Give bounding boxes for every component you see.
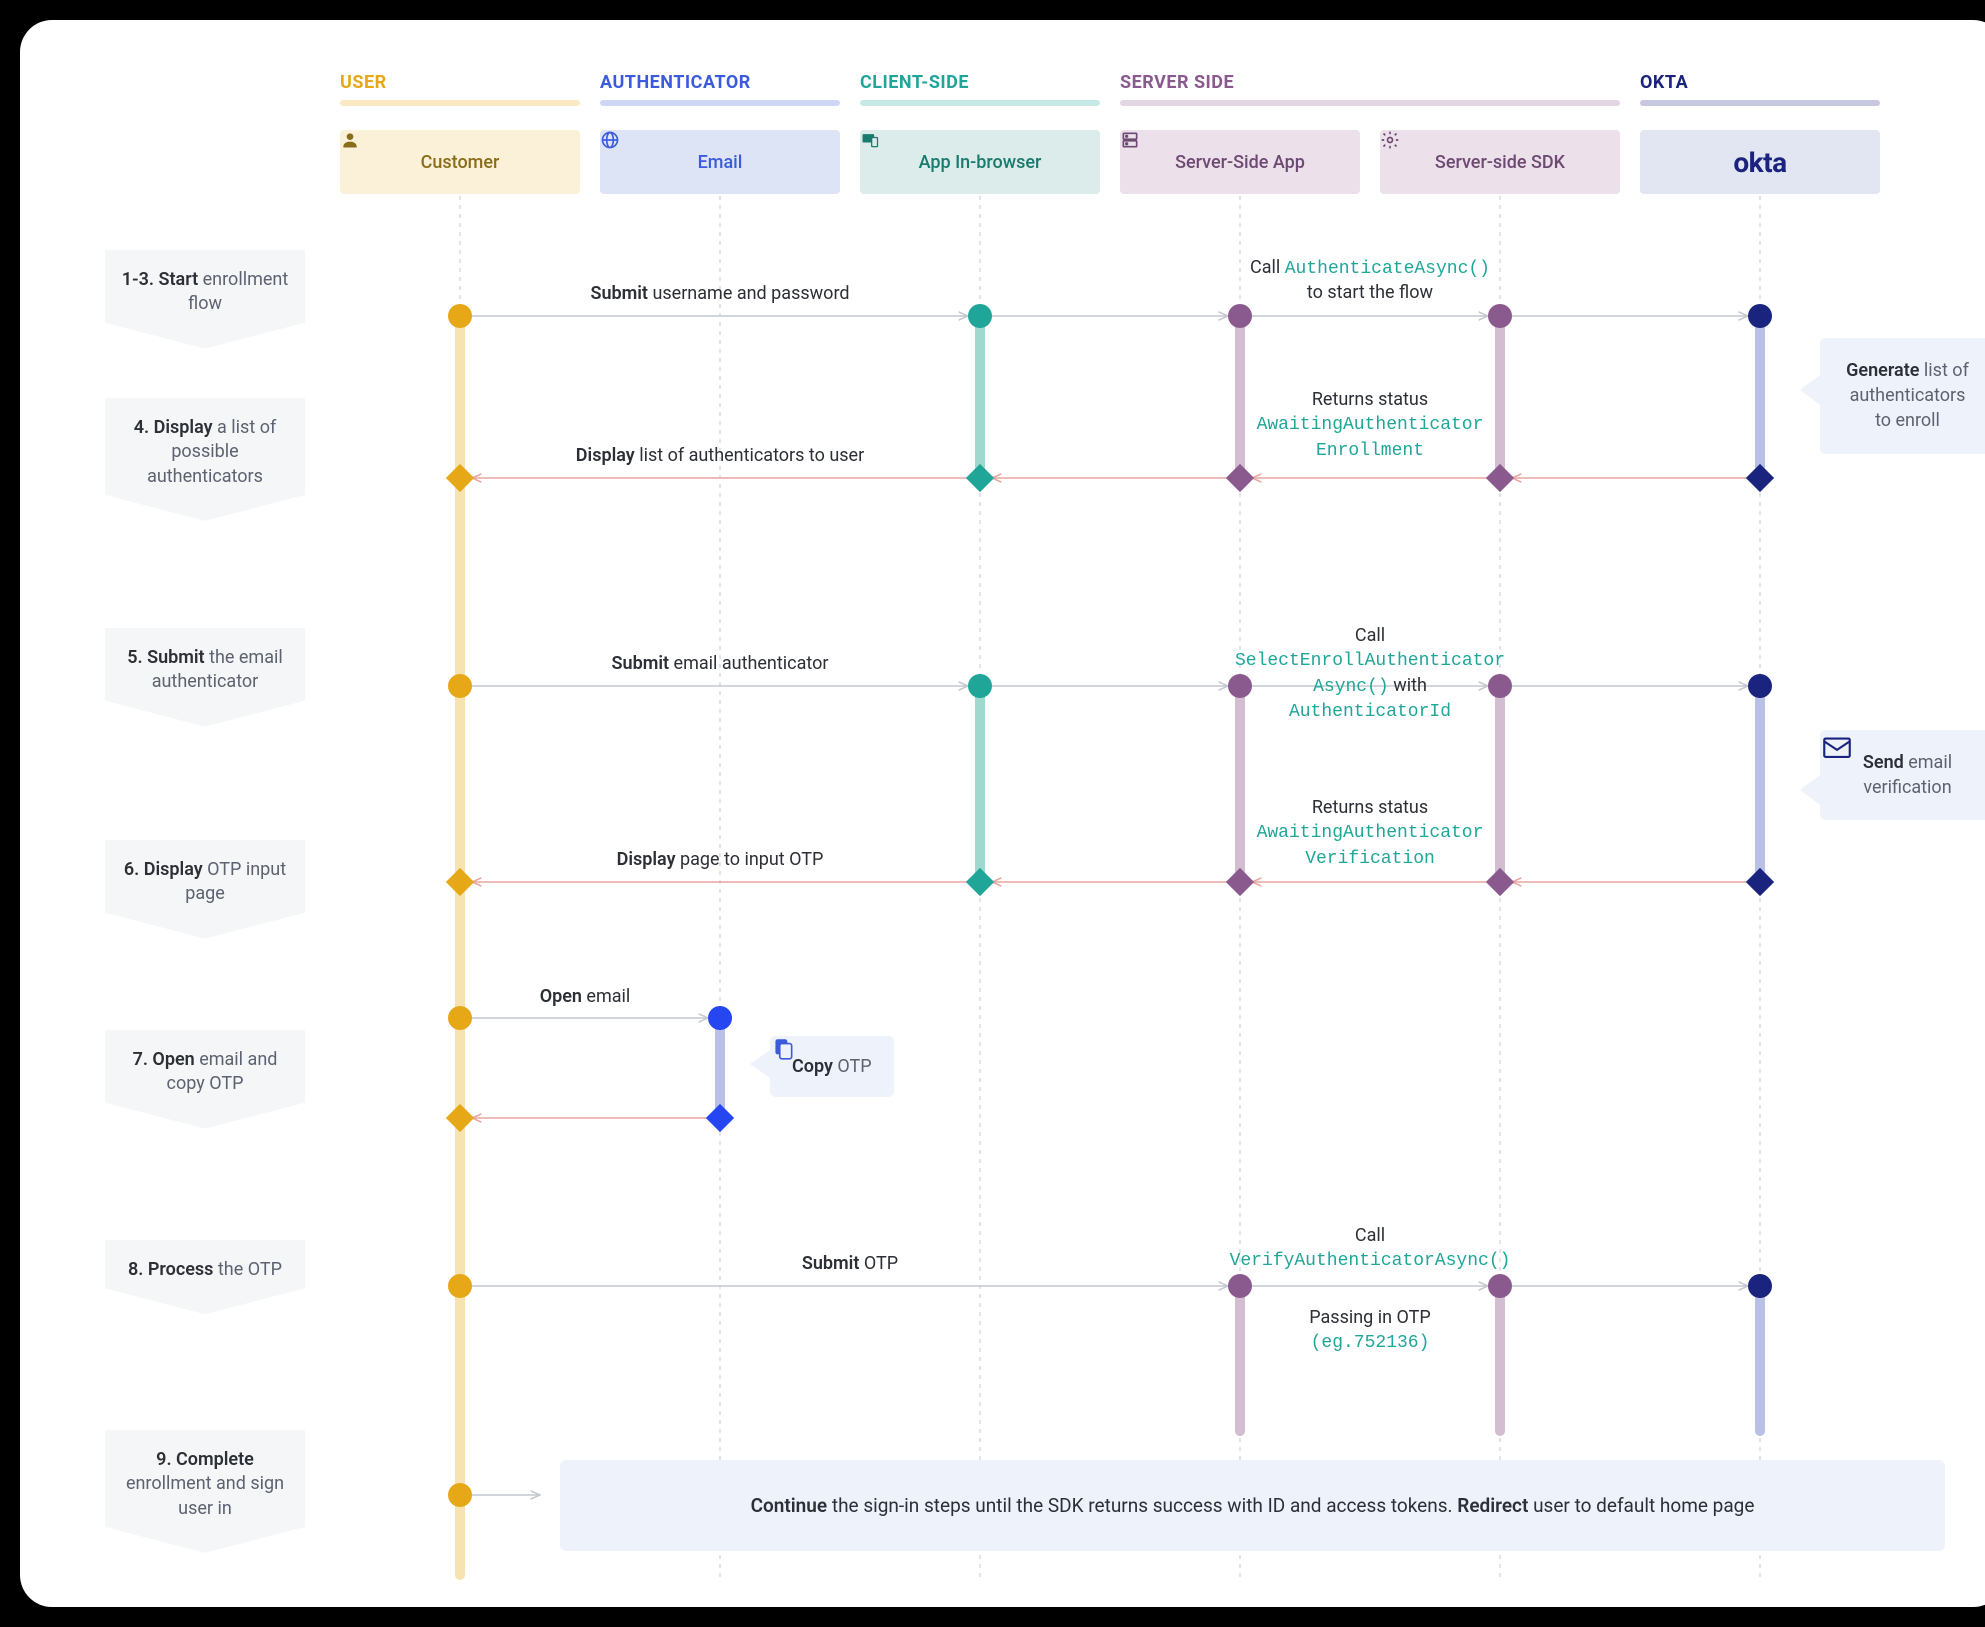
msg-display-otp-page-rest: page to input OTP bbox=[676, 849, 824, 870]
participant-app-browser: App In-browser bbox=[860, 130, 1100, 194]
msg-submit-email-auth-bold: Submit bbox=[612, 653, 670, 674]
participant-email-label: Email bbox=[698, 152, 743, 173]
msg-call-verify-code: VerifyAuthenticatorAsync() bbox=[1230, 1251, 1511, 1271]
participant-app-browser-label: App In-browser bbox=[919, 152, 1042, 173]
msg-submit-username-rest: username and password bbox=[648, 283, 850, 304]
step-4-title: 4. Display bbox=[134, 417, 213, 438]
msg-passing-otp-pre: Passing in OTP bbox=[1309, 1307, 1431, 1328]
diagram-canvas: USER AUTHENTICATOR CLIENT-SIDE SERVER SI… bbox=[20, 20, 1985, 1607]
msg-call-select-enroll-pre: Call bbox=[1355, 625, 1385, 646]
msg-display-list: Display list of authenticators to user bbox=[576, 444, 864, 468]
final-banner: Continue the sign-in steps until the SDK… bbox=[560, 1460, 1945, 1551]
column-okta-label: OKTA bbox=[1640, 72, 1688, 93]
msg-display-list-bold: Display bbox=[576, 445, 635, 466]
person-icon bbox=[340, 130, 360, 150]
participant-customer: Customer bbox=[340, 130, 580, 194]
msg-returns-enrollment-code: AwaitingAuthenticator Enrollment bbox=[1257, 415, 1484, 460]
msg-submit-email-auth-rest: email authenticator bbox=[669, 653, 828, 674]
msg-returns-verification-pre: Returns status bbox=[1312, 797, 1428, 818]
msg-open-email: Open email bbox=[540, 985, 631, 1009]
participant-server-app-label: Server-Side App bbox=[1175, 152, 1305, 173]
msg-passing-otp: Passing in OTP (eg.752136) bbox=[1309, 1306, 1431, 1356]
step-8-title: 8. Process bbox=[128, 1259, 213, 1280]
step-4: 4. Display a list of possible authentica… bbox=[105, 398, 305, 521]
participant-server-sdk: Server-side SDK bbox=[1380, 130, 1620, 194]
gear-icon bbox=[1380, 130, 1400, 150]
column-client-side-underline bbox=[860, 100, 1100, 106]
msg-display-otp-page-bold: Display bbox=[617, 849, 676, 870]
callout-generate-list: Generate list of authenticators to enrol… bbox=[1820, 338, 1985, 454]
participant-server-app: Server-Side App bbox=[1120, 130, 1360, 194]
msg-call-select-enroll: Call SelectEnrollAuthenticator Async() w… bbox=[1235, 624, 1505, 724]
callout-send-email-bold: Send bbox=[1863, 752, 1904, 773]
msg-call-authenticate-code: AuthenticateAsync() bbox=[1285, 259, 1490, 279]
final-text-2: user to default home page bbox=[1528, 1494, 1754, 1517]
step-1-3-title: 1-3. Start bbox=[122, 269, 198, 290]
copy-icon bbox=[770, 1036, 796, 1062]
envelope-icon bbox=[1820, 730, 1854, 764]
msg-call-verify: Call VerifyAuthenticatorAsync() bbox=[1230, 1224, 1511, 1274]
final-bold-1: Continue bbox=[751, 1494, 828, 1517]
msg-passing-otp-code: (eg.752136) bbox=[1311, 1333, 1430, 1353]
callout-copy-otp: Copy OTP bbox=[770, 1036, 894, 1097]
step-8-sub: the OTP bbox=[218, 1259, 282, 1280]
column-user-underline bbox=[340, 100, 580, 106]
msg-call-authenticate-pre: Call bbox=[1250, 257, 1285, 278]
msg-display-otp-page: Display page to input OTP bbox=[617, 848, 824, 872]
okta-logo: okta bbox=[1733, 146, 1786, 179]
msg-submit-email-auth: Submit email authenticator bbox=[612, 652, 829, 676]
diagram-svg bbox=[20, 20, 1985, 1607]
column-client-side-label: CLIENT-SIDE bbox=[860, 72, 969, 93]
msg-open-email-rest: email bbox=[582, 986, 630, 1007]
msg-call-authenticate-post: to start the flow bbox=[1307, 282, 1433, 303]
participant-email: Email bbox=[600, 130, 840, 194]
msg-call-authenticate: Call AuthenticateAsync() to start the fl… bbox=[1250, 256, 1490, 306]
callout-copy-otp-rest: OTP bbox=[833, 1056, 872, 1077]
msg-submit-otp: Submit OTP bbox=[802, 1252, 898, 1276]
final-bold-2: Redirect bbox=[1457, 1494, 1528, 1517]
msg-returns-enrollment: Returns status AwaitingAuthenticator Enr… bbox=[1257, 388, 1484, 463]
msg-open-email-bold: Open bbox=[540, 986, 582, 1007]
column-authenticator-underline bbox=[600, 100, 840, 106]
step-1-3-sub: enrollment flow bbox=[188, 269, 288, 314]
msg-call-verify-pre: Call bbox=[1355, 1225, 1385, 1246]
column-user-label: USER bbox=[340, 72, 387, 93]
msg-submit-username: Submit username and password bbox=[590, 282, 849, 306]
step-5-title: 5. Submit bbox=[127, 647, 204, 668]
participant-okta: okta bbox=[1640, 130, 1880, 194]
msg-call-select-enroll-code1: SelectEnrollAuthenticator Async() bbox=[1235, 651, 1505, 696]
step-7-title: 7. Open bbox=[133, 1049, 195, 1070]
msg-call-select-enroll-code2: AuthenticatorId bbox=[1289, 702, 1451, 722]
server-icon bbox=[1120, 130, 1140, 150]
column-okta-underline bbox=[1640, 100, 1880, 106]
msg-returns-verification-code: AwaitingAuthenticator Verification bbox=[1257, 823, 1484, 868]
step-9: 9. Complete enrollment and sign user in bbox=[105, 1430, 305, 1553]
participant-server-sdk-label: Server-side SDK bbox=[1435, 152, 1565, 173]
callout-send-email: Send email verification bbox=[1820, 730, 1985, 820]
msg-returns-verification: Returns status AwaitingAuthenticator Ver… bbox=[1257, 796, 1484, 871]
step-6-title: 6. Display bbox=[124, 859, 203, 880]
msg-returns-enrollment-pre: Returns status bbox=[1312, 389, 1428, 410]
msg-submit-username-bold: Submit bbox=[590, 283, 648, 304]
msg-display-list-rest: list of authenticators to user bbox=[635, 445, 864, 466]
column-server-side-underline bbox=[1120, 100, 1620, 106]
msg-submit-otp-rest: OTP bbox=[859, 1253, 898, 1274]
step-9-title: 9. Complete bbox=[156, 1449, 254, 1470]
column-authenticator-label: AUTHENTICATOR bbox=[600, 72, 751, 93]
participant-customer-label: Customer bbox=[421, 152, 500, 173]
column-server-side-label: SERVER SIDE bbox=[1120, 72, 1234, 93]
final-text-1: the sign-in steps until the SDK returns … bbox=[827, 1494, 1457, 1517]
callout-generate-list-bold: Generate bbox=[1846, 360, 1919, 381]
msg-submit-otp-bold: Submit bbox=[802, 1253, 860, 1274]
step-9-sub: enrollment and sign user in bbox=[126, 1473, 284, 1518]
devices-icon bbox=[860, 130, 880, 150]
msg-call-select-enroll-mid: with bbox=[1389, 675, 1427, 696]
globe-icon bbox=[600, 130, 620, 150]
callout-copy-otp-bold: Copy bbox=[792, 1056, 833, 1077]
